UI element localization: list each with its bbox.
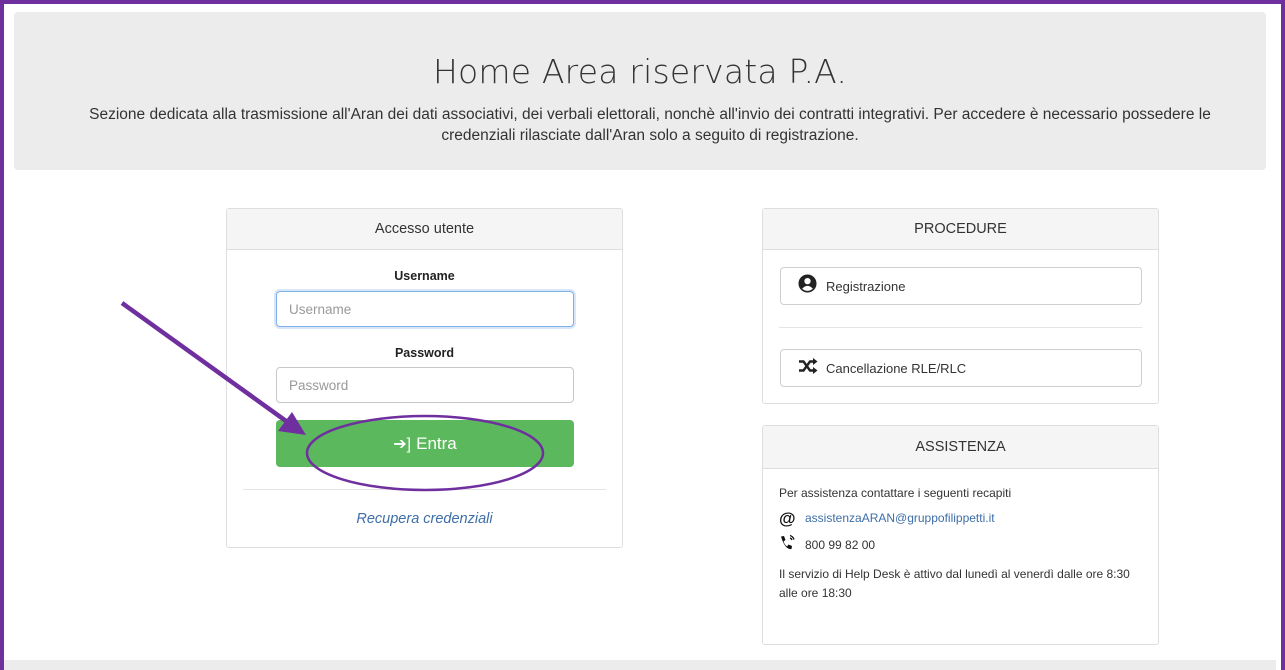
annotation-ellipse [305,414,545,492]
annotation-arrow-head [278,412,306,435]
annotation-arrow-line [120,301,288,423]
annotation-overlay [120,301,545,492]
